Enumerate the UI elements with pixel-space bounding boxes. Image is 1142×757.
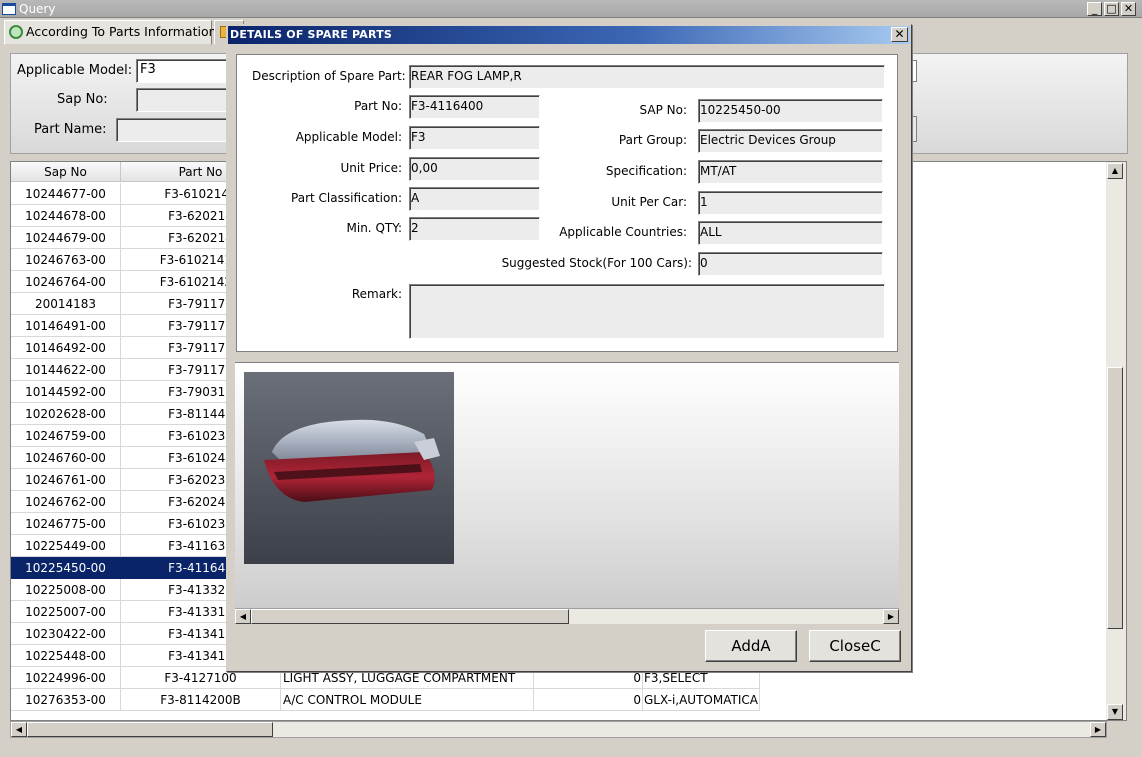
unit-price-label: Unit Price: — [340, 161, 402, 175]
cell-sap-no: 10224996-00 — [11, 667, 121, 689]
unit-price-field[interactable]: 0,00 — [409, 157, 540, 181]
cell-sap-no: 10246759-00 — [11, 425, 121, 447]
cell-sap-no: 10146491-00 — [11, 315, 121, 337]
scroll-left-icon[interactable]: ◀ — [11, 722, 27, 737]
close-icon[interactable]: ✕ — [1121, 2, 1136, 16]
part-classification-field[interactable]: A — [409, 187, 540, 211]
cell-quantity: 0 — [534, 689, 643, 711]
part-group-field[interactable]: Electric Devices Group — [698, 129, 883, 153]
close-button[interactable]: CloseC — [809, 630, 901, 662]
details-form: Description of Spare Part: REAR FOG LAMP… — [236, 54, 898, 352]
cell-specification: GLX-i,AUTOMATICA, — [643, 689, 760, 711]
applicable-model-label: Applicable Model: — [295, 130, 402, 144]
unit-per-car-field[interactable]: 1 — [698, 191, 883, 215]
sap-no-input[interactable] — [136, 88, 231, 112]
description-field[interactable]: REAR FOG LAMP,R — [409, 65, 885, 89]
applicable-model-field[interactable]: F3 — [409, 126, 540, 150]
applicable-model-label: Applicable Model: — [17, 63, 133, 78]
min-qty-label: Min. QTY: — [346, 221, 402, 235]
cell-sap-no: 10225448-00 — [11, 645, 121, 667]
scroll-right-icon[interactable]: ▶ — [1090, 722, 1106, 737]
part-classification-label: Part Classification: — [291, 191, 402, 205]
cell-sap-no: 10225449-00 — [11, 535, 121, 557]
image-scroll-thumb[interactable] — [251, 609, 569, 624]
window-icon — [2, 3, 16, 15]
sap-no-field[interactable]: 10225450-00 — [698, 99, 883, 123]
cell-sap-no: 10144622-00 — [11, 359, 121, 381]
cell-sap-no: 10246763-00 — [11, 249, 121, 271]
minimize-icon[interactable]: _ — [1087, 2, 1102, 16]
sap-no-label: Sap No: — [57, 92, 108, 107]
spare-parts-dialog: DETAILS OF SPARE PARTS ✕ Description of … — [226, 24, 912, 672]
table-row[interactable]: 10276353-00 F3-8114200B A/C CONTROL MODULE… — [11, 689, 1106, 711]
image-scroll-left-icon[interactable]: ◀ — [235, 609, 251, 624]
part-no-field[interactable]: F3-4116400 — [409, 95, 540, 119]
cell-sap-no: 10225450-00 — [11, 557, 121, 579]
cell-sap-no: 20014183 — [11, 293, 121, 315]
vertical-scrollbar[interactable]: ▲ ▼ — [1106, 162, 1126, 720]
part-name-input[interactable] — [116, 118, 231, 142]
remark-field[interactable] — [409, 284, 885, 339]
applicable-countries-field[interactable]: ALL — [698, 221, 883, 245]
dialog-close-icon[interactable]: ✕ — [891, 27, 908, 42]
cell-sap-no: 10246760-00 — [11, 447, 121, 469]
cell-sap-no: 10246762-00 — [11, 491, 121, 513]
remark-label: Remark: — [351, 287, 402, 301]
scroll-down-icon[interactable]: ▼ — [1107, 704, 1123, 720]
cell-part-no: F3-8114200B — [121, 689, 281, 711]
horizontal-scrollbar[interactable]: ◀ ▶ — [10, 721, 1107, 738]
cell-sap-no: 10225008-00 — [11, 579, 121, 601]
part-no-label: Part No: — [354, 99, 402, 113]
cell-description: A/C CONTROL MODULE — [281, 689, 534, 711]
tab-parts-information[interactable]: According To Parts Information — [4, 20, 217, 45]
cell-sap-no: 10244679-00 — [11, 227, 121, 249]
cell-sap-no: 10276353-00 — [11, 689, 121, 711]
sap-no-label: SAP No: — [639, 103, 687, 117]
specification-field[interactable]: MT/AT — [698, 160, 883, 184]
cell-sap-no: 10246761-00 — [11, 469, 121, 491]
cell-sap-no: 10246764-00 — [11, 271, 121, 293]
cell-sap-no: 10202628-00 — [11, 403, 121, 425]
specification-label: Specification: — [605, 164, 687, 178]
scroll-up-icon[interactable]: ▲ — [1107, 163, 1123, 179]
description-label: Description of Spare Part: — [252, 69, 406, 83]
suggested-stock-label: Suggested Stock(For 100 Cars): — [501, 256, 692, 270]
min-qty-field[interactable]: 2 — [409, 217, 540, 241]
tab-label: According To Parts Information — [26, 24, 217, 39]
search-icon — [9, 25, 23, 39]
cell-sap-no: 10144592-00 — [11, 381, 121, 403]
window-titlebar[interactable]: Query _ □ ✕ — [0, 0, 1142, 18]
cell-sap-no: 10244677-00 — [11, 183, 121, 205]
cell-sap-no: 10230422-00 — [11, 623, 121, 645]
cell-sap-no: 10146492-00 — [11, 337, 121, 359]
horizontal-scroll-thumb[interactable] — [27, 722, 273, 737]
dialog-title[interactable]: DETAILS OF SPARE PARTS — [228, 26, 910, 44]
cell-sap-no: 10225007-00 — [11, 601, 121, 623]
maximize-icon[interactable]: □ — [1104, 2, 1119, 16]
image-horizontal-scrollbar[interactable]: ◀ ▶ — [235, 608, 899, 624]
unit-per-car-label: Unit Per Car: — [611, 195, 687, 209]
cell-sap-no: 10244678-00 — [11, 205, 121, 227]
image-scroll-right-icon[interactable]: ▶ — [883, 609, 899, 624]
part-photo — [244, 372, 454, 564]
cell-sap-no: 10246775-00 — [11, 513, 121, 535]
part-name-label: Part Name: — [34, 122, 107, 137]
part-image-panel: ◀ ▶ — [235, 362, 899, 624]
column-header-sap-no[interactable]: Sap No — [11, 162, 121, 182]
part-group-label: Part Group: — [618, 133, 687, 147]
add-button[interactable]: AddA — [705, 630, 797, 662]
applicable-model-input[interactable]: F3 — [136, 59, 231, 83]
applicable-countries-label: Applicable Countries: — [559, 225, 687, 239]
vertical-scroll-thumb[interactable] — [1107, 367, 1123, 629]
suggested-stock-field[interactable]: 0 — [698, 252, 883, 276]
window-title: Query — [19, 2, 56, 16]
